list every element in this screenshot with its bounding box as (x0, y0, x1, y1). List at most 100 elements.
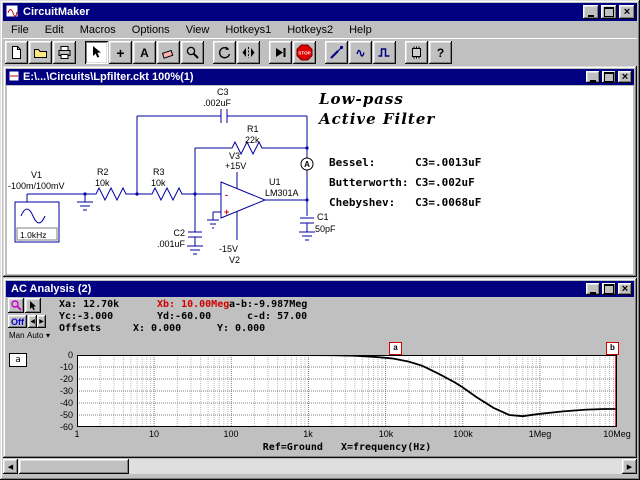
minimize-button[interactable] (583, 5, 599, 19)
y-tick-label: -50 (47, 410, 73, 420)
menu-file[interactable]: File (3, 22, 37, 38)
cursor-arrow-icon (27, 300, 39, 312)
step-button[interactable] (269, 41, 292, 64)
horizontal-scrollbar[interactable]: ◀ ▶ (3, 459, 637, 474)
annotation-note-bessel: Bessel: C3=.0013uF (329, 156, 481, 169)
main-titlebar[interactable]: CircuitMaker × (3, 3, 637, 21)
plot-cursor-button[interactable] (25, 298, 41, 313)
readout-xb: Xb: 10.00Meg (157, 299, 229, 310)
annotation-title-line2: Active Filter (319, 110, 435, 128)
x-tick-label: 100k (443, 429, 483, 439)
capacitor-c2[interactable] (187, 194, 203, 254)
right-arrow-icon: ▶ (627, 463, 632, 471)
auto-caret-icon[interactable]: ▾ (46, 331, 50, 340)
capacitor-c3[interactable] (137, 109, 307, 123)
ground-symbol[interactable] (207, 212, 221, 228)
minimize-icon (588, 15, 594, 17)
waveforms-button[interactable] (373, 41, 396, 64)
readout-xa: Xa: 12.70k (59, 299, 119, 310)
ac-close-button[interactable]: × (618, 283, 632, 295)
capacitor-c1[interactable] (299, 200, 315, 240)
ac-content: Off ◀ ▶ Man Auto ▾ Xa: 12.70k Xb: 10.00M… (7, 297, 633, 455)
minimize-icon (590, 292, 596, 294)
svg-text:-15V: -15V (219, 244, 238, 254)
probe-tool-button[interactable] (325, 41, 348, 64)
schematic-maximize-button[interactable] (602, 71, 616, 83)
svg-text:R1: R1 (247, 124, 259, 134)
cursor-left-button[interactable]: ◀ (28, 315, 37, 328)
scrollbar-thumb[interactable] (19, 459, 129, 474)
scroll-right-button[interactable]: ▶ (622, 459, 637, 474)
schematic-close-button[interactable]: × (618, 71, 632, 83)
menu-hotkeys1[interactable]: Hotkeys1 (217, 22, 279, 38)
svg-text:STOP: STOP (298, 50, 310, 55)
resistor-r2[interactable] (93, 188, 129, 200)
magnifier-icon (10, 299, 23, 312)
svg-text:+: + (224, 207, 229, 217)
scroll-left-button[interactable]: ◀ (3, 459, 18, 474)
menu-view[interactable]: View (178, 22, 218, 38)
schematic-minimize-button[interactable] (586, 71, 600, 83)
menu-edit[interactable]: Edit (37, 22, 72, 38)
ac-maximize-button[interactable] (602, 283, 616, 295)
x-tick-label: 10k (366, 429, 406, 439)
help-button[interactable]: ? (429, 41, 452, 64)
right-arrow-icon: ▶ (39, 318, 44, 325)
readout-offset-y: Y: 0.000 (217, 323, 265, 334)
trace-label-box[interactable]: a (9, 353, 27, 367)
svg-text:10k: 10k (151, 178, 166, 188)
run-analyses-button[interactable]: ∿ (349, 41, 372, 64)
x-tick-label: 100 (211, 429, 251, 439)
schematic-window-icon (8, 70, 20, 85)
new-button[interactable] (5, 41, 28, 64)
delete-tool-button[interactable] (157, 41, 180, 64)
x-tick-label: 1Meg (520, 429, 560, 439)
cursors-off-button[interactable]: Off (8, 315, 27, 328)
x-tick-label: 1k (288, 429, 328, 439)
svg-text:V3: V3 (229, 151, 240, 161)
svg-text:C1: C1 (317, 212, 329, 222)
cursor-flag-b[interactable]: b (606, 342, 619, 355)
svg-text:10k: 10k (95, 178, 110, 188)
annotation-note-chebyshev: Chebyshev: C3=.0068uF (329, 196, 481, 209)
x-tick-label: 1 (57, 429, 97, 439)
man-label[interactable]: Man (9, 331, 25, 340)
rotate-button[interactable] (213, 41, 236, 64)
svg-text:-100m/100mV: -100m/100mV (8, 181, 65, 191)
ac-plot[interactable] (77, 355, 617, 427)
mirror-button[interactable] (237, 41, 260, 64)
svg-text:22k: 22k (245, 135, 260, 145)
open-button[interactable] (29, 41, 52, 64)
text-tool-button[interactable]: A (133, 41, 156, 64)
plot-zoom-button[interactable] (8, 298, 24, 313)
resistor-r3[interactable] (149, 188, 185, 200)
menu-options[interactable]: Options (124, 22, 178, 38)
wire-tool-button[interactable]: + (109, 41, 132, 64)
digital-options-button[interactable] (405, 41, 428, 64)
cursor-right-button[interactable]: ▶ (37, 315, 46, 328)
svg-text:.001uF: .001uF (157, 239, 186, 249)
svg-text:1.0kHz: 1.0kHz (20, 230, 46, 240)
ground-symbol[interactable] (77, 194, 93, 210)
run-stop-button[interactable]: STOP (293, 41, 316, 64)
auto-label[interactable]: Auto (27, 331, 43, 340)
maximize-button[interactable] (601, 5, 617, 19)
close-icon: × (622, 72, 628, 83)
ac-minimize-button[interactable] (586, 283, 600, 295)
schematic-titlebar[interactable]: E:\...\Circuits\Lpfilter.ckt 100%(1) × (6, 69, 634, 85)
arrow-tool-button[interactable] (85, 41, 108, 64)
close-icon: × (624, 7, 630, 18)
cursor-flag-a[interactable]: a (389, 342, 402, 355)
menu-help[interactable]: Help (341, 22, 380, 38)
menu-hotkeys2[interactable]: Hotkeys2 (279, 22, 341, 38)
zoom-tool-button[interactable] (181, 41, 204, 64)
maximize-icon (604, 7, 614, 17)
ac-titlebar[interactable]: AC Analysis (2) × (6, 281, 634, 297)
close-button[interactable]: × (619, 5, 635, 19)
print-button[interactable] (53, 41, 76, 64)
x-tick-label: 10 (134, 429, 174, 439)
schematic-canvas[interactable]: A C3 .002uF R1 22k R2 10k R3 10k V1 -100… (7, 86, 633, 274)
menu-macros[interactable]: Macros (72, 22, 124, 38)
menu-bar: FileEditMacrosOptionsViewHotkeys1Hotkeys… (3, 21, 637, 38)
probe-a[interactable]: A (301, 158, 313, 170)
